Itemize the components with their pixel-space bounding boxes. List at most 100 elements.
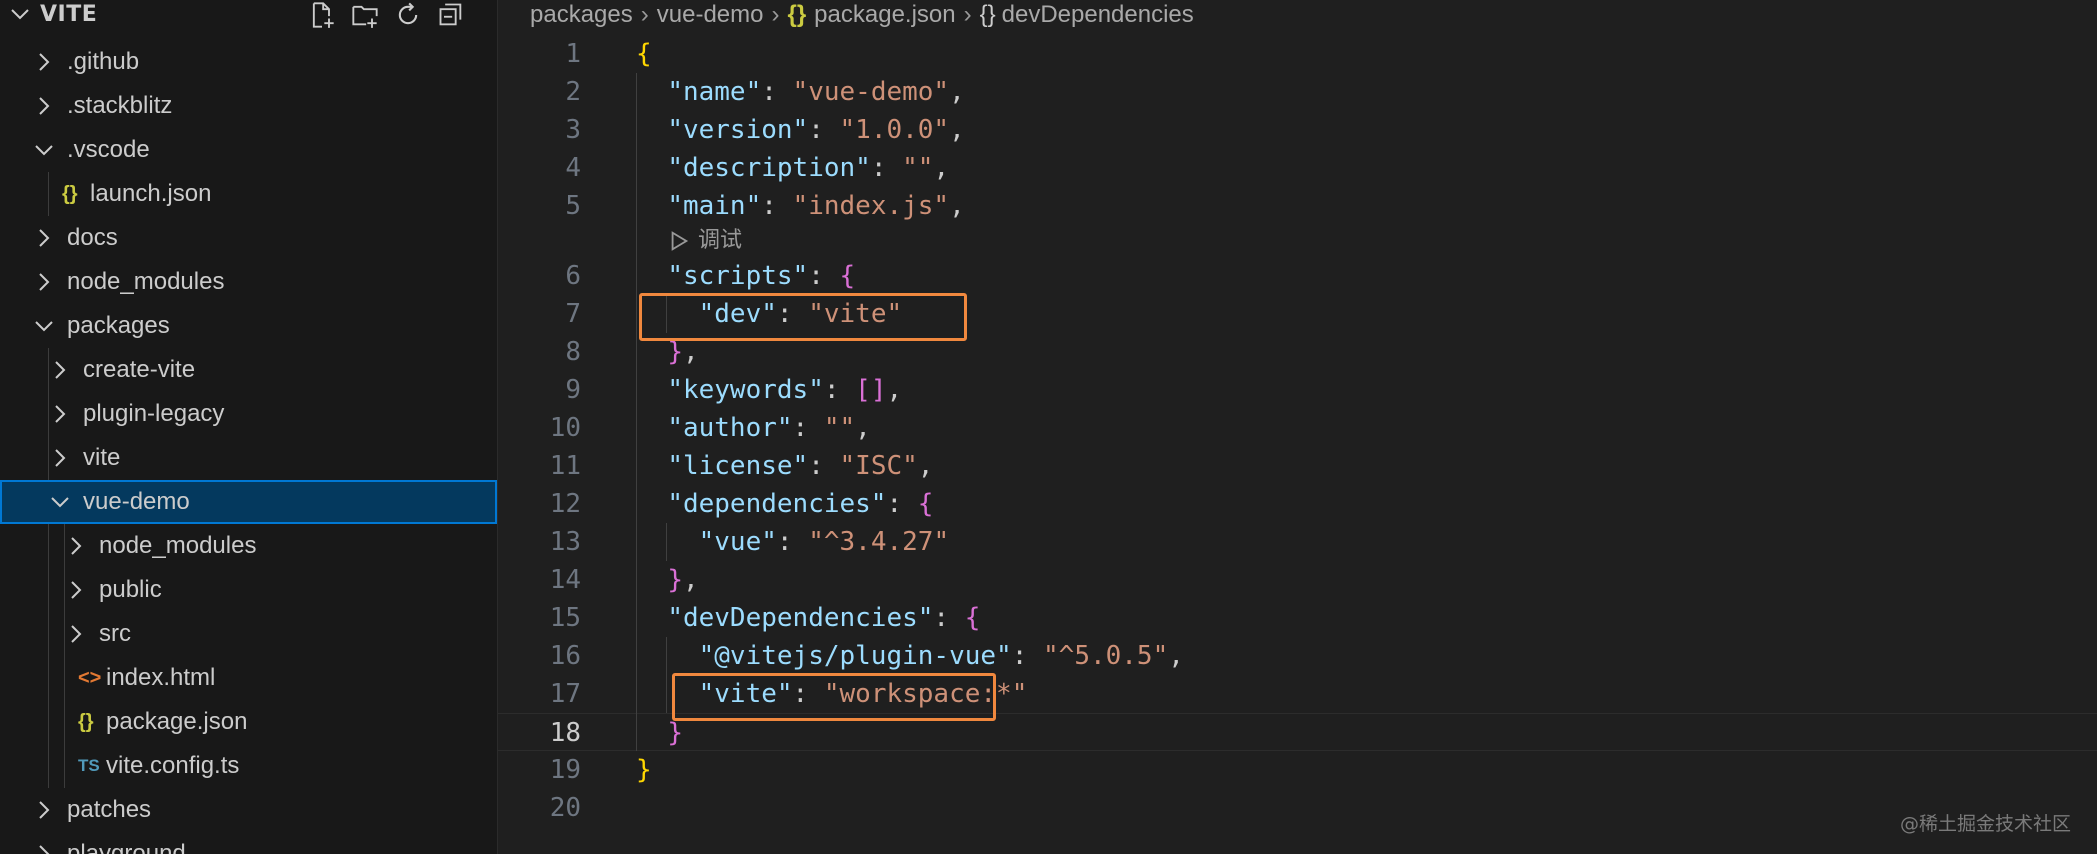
tree-item-playground[interactable]: playground (0, 832, 497, 854)
punctuation: , (949, 115, 965, 145)
tree-item-src[interactable]: src (0, 612, 497, 656)
tree-item-label: playground (67, 840, 186, 854)
code-line-2[interactable]: 2 "name": "vue-demo", (498, 73, 2097, 111)
code-line-9[interactable]: 9 "keywords": [], (498, 371, 2097, 409)
tree-item-index-html[interactable]: <> index.html (0, 656, 497, 700)
punctuation (636, 565, 667, 595)
new-file-button[interactable] (306, 0, 338, 30)
tree-item-patches[interactable]: patches (0, 788, 497, 832)
tree-item-packages[interactable]: packages (0, 304, 497, 348)
explorer-title: VITE (40, 2, 98, 27)
code-line-7[interactable]: 7 "dev": "vite" (498, 295, 2097, 333)
code-line-15[interactable]: 15 "devDependencies": { (498, 599, 2097, 637)
code-line-3[interactable]: 3 "version": "1.0.0", (498, 111, 2097, 149)
indent-guide (64, 744, 65, 788)
breadcrumb-item-package-json[interactable]: {} package.json (787, 1, 955, 28)
tree-item-package-json[interactable]: {} package.json (0, 700, 497, 744)
punctuation: : (886, 489, 918, 519)
tree-item-launch-json[interactable]: {} launch.json (0, 172, 497, 216)
line-source: "license": "ISC", (636, 447, 933, 485)
line-number: 12 (549, 489, 581, 519)
code-line-4[interactable]: 4 "description": "", (498, 149, 2097, 187)
code-line-13[interactable]: 13 "vue": "^3.4.27" (498, 523, 2097, 561)
refresh-button[interactable] (392, 0, 424, 30)
breadcrumb-item-devdependencies[interactable]: {} devDependencies (980, 1, 1194, 28)
code-line-19[interactable]: 19} (498, 751, 2097, 789)
tree-item-label: packages (67, 312, 170, 339)
code-line-10[interactable]: 10 "author": "", (498, 409, 2097, 447)
tree-item-public[interactable]: public (0, 568, 497, 612)
json-string: "workspace:*" (823, 679, 1028, 709)
chevron-down-icon (35, 321, 53, 332)
punctuation: : (808, 261, 840, 291)
code-line-16[interactable]: 16 "@vitejs/plugin-vue": "^5.0.5", (498, 637, 2097, 675)
line-source: "dependencies": { (636, 485, 933, 523)
code-line-11[interactable]: 11 "license": "ISC", (498, 447, 2097, 485)
punctuation (636, 191, 667, 221)
line-source: } (636, 714, 683, 752)
tree-item-vue-demo[interactable]: vue-demo (0, 480, 497, 524)
json-file-icon: {} (787, 1, 807, 28)
breadcrumb-item-packages[interactable]: packages (530, 1, 633, 28)
explorer-actions (306, 0, 478, 30)
tree-item-label: .github (67, 48, 140, 75)
tree-item-vite[interactable]: vite (0, 436, 497, 480)
punctuation: , (917, 451, 934, 481)
line-source: "main": "index.js", (636, 187, 964, 225)
tree-item-stackblitz[interactable]: .stackblitz (0, 84, 497, 128)
line-source: "vite": "workspace:*" (636, 675, 1028, 713)
new-folder-button[interactable] (349, 0, 381, 30)
json-key: "description" (667, 153, 871, 183)
punctuation (636, 679, 699, 709)
punctuation: , (682, 337, 699, 367)
code-line-17[interactable]: 17 "vite": "workspace:*" (498, 675, 2097, 713)
punctuation: : (808, 115, 840, 145)
punctuation (636, 718, 667, 748)
json-key: "scripts" (667, 261, 809, 291)
code-line-20[interactable]: 20 (498, 789, 2097, 827)
punctuation: , (1168, 641, 1184, 671)
tree-item-vscode[interactable]: .vscode (0, 128, 497, 172)
debug-codelens[interactable]: 调试 (668, 225, 742, 257)
json-key: "version" (667, 115, 809, 145)
code-line-14[interactable]: 14 }, (498, 561, 2097, 599)
punctuation: : (761, 191, 793, 221)
tree-item-vite-config-ts[interactable]: TS vite.config.ts (0, 744, 497, 788)
code-editor[interactable]: 1{2 "name": "vue-demo", 3 "version": "1.0… (498, 35, 2097, 827)
line-number: 8 (565, 337, 581, 367)
json-file-icon: {} (62, 183, 78, 205)
tree-item-plugin-legacy[interactable]: plugin-legacy (0, 392, 497, 436)
tree-item-docs[interactable]: docs (0, 216, 497, 260)
code-line-18[interactable]: 18 } (498, 713, 2097, 751)
punctuation (636, 641, 699, 671)
tree-item-label: .stackblitz (67, 92, 173, 119)
chevron-right-icon (39, 845, 50, 854)
line-source: "@vitejs/plugin-vue": "^5.0.5", (636, 637, 1184, 675)
tree-item-create-vite[interactable]: create-vite (0, 348, 497, 392)
indent-guide (48, 612, 49, 656)
punctuation: : (933, 603, 965, 633)
bracket: [] (855, 375, 887, 405)
chevron-right-icon (39, 229, 50, 247)
tree-item-node-modules[interactable]: node_modules (0, 524, 497, 568)
breadcrumb-item-vue-demo[interactable]: vue-demo (657, 1, 764, 28)
collapse-all-button[interactable] (435, 0, 467, 30)
code-line-6[interactable]: 6 "scripts": { (498, 257, 2097, 295)
explorer-sidebar: VITE .github .stackblitz .vscode {} laun… (0, 0, 498, 854)
chevron-right-icon (71, 537, 82, 555)
code-line-5[interactable]: 5 "main": "index.js", (498, 187, 2097, 225)
json-key: "devDependencies" (667, 603, 934, 633)
code-line-12[interactable]: 12 "dependencies": { (498, 485, 2097, 523)
json-string: "^3.4.27" (808, 527, 950, 557)
punctuation (636, 261, 667, 291)
json-string: "vue-demo" (792, 77, 950, 107)
tree-item-node-modules[interactable]: node_modules (0, 260, 497, 304)
tree-item-github[interactable]: .github (0, 40, 497, 84)
punctuation: : (823, 375, 856, 405)
code-line-8[interactable]: 8 }, (498, 333, 2097, 371)
tree-item-label: package.json (106, 708, 248, 735)
tree-item-label: .vscode (67, 136, 150, 163)
bracket: { (636, 39, 652, 69)
json-key: "main" (667, 191, 762, 221)
code-line-1[interactable]: 1{ (498, 35, 2097, 73)
